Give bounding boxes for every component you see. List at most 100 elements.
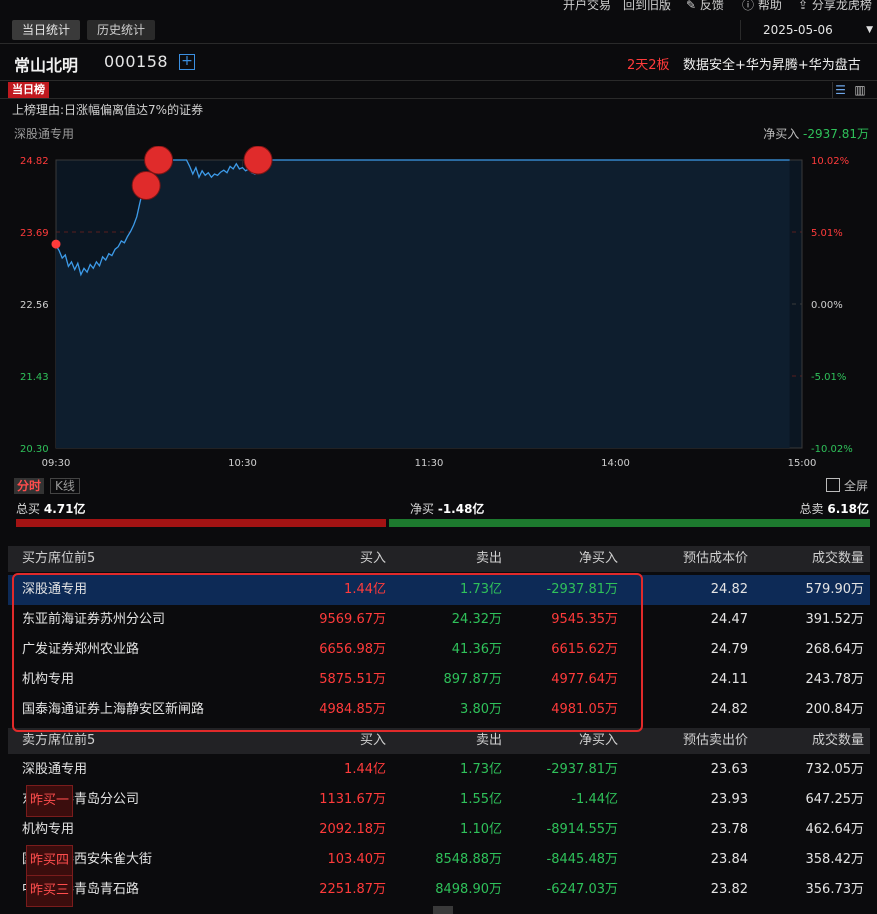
share-label: 分享龙虎榜 <box>811 0 872 12</box>
chart-seat-name: 深股通专用 <box>14 127 75 141</box>
total-sell-label: 总卖 <box>799 502 824 516</box>
est-price: 24.82 <box>710 582 748 597</box>
open-account-link[interactable]: 开户交易 <box>563 0 611 13</box>
x-tick: 10:30 <box>228 458 257 469</box>
est-price: 24.47 <box>710 612 748 627</box>
table-row[interactable]: 东北证券青岛分公司 昨买一 1131.67万 1.55亿 -1.44亿 23.93 647.… <box>8 785 870 817</box>
x-tick: 14:00 <box>601 458 630 469</box>
est-price: 24.11 <box>710 672 748 687</box>
y-tick-left: 24.82 <box>20 156 49 167</box>
tab-timeshare[interactable]: 分时 <box>14 478 45 494</box>
sell-amount: 1.55亿 <box>460 792 502 807</box>
trade-volume: 200.84万 <box>805 702 865 717</box>
est-price: 23.84 <box>710 852 748 867</box>
table-row[interactable]: 机构专用 2092.18万 1.10亿 -8914.55万 23.78 462.64万 <box>8 815 870 845</box>
date-select[interactable]: 2025-05-06 ▼ <box>740 20 877 40</box>
fullscreen-icon <box>826 478 840 492</box>
y-tick-right: 10.02% <box>811 156 849 167</box>
concept-tags: 数据安全+华为昇腾+华为盘古 <box>683 58 861 73</box>
col-sell[interactable]: 卖出 <box>476 546 502 572</box>
chevron-down-icon: ▼ <box>866 25 873 35</box>
col-buy[interactable]: 买入 <box>360 546 386 572</box>
buy-amount: 103.40万 <box>327 852 387 867</box>
help-link[interactable]: ⓘ 帮助 <box>742 0 782 13</box>
scroll-handle[interactable] <box>433 906 453 914</box>
trade-volume: 243.78万 <box>805 672 865 687</box>
share-link[interactable]: ⇪ 分享龙虎榜 <box>798 0 872 13</box>
col-cost-price[interactable]: 预估成本价 <box>683 546 748 572</box>
trade-volume: 391.52万 <box>805 612 865 627</box>
bar-chart-icon[interactable]: ▥ <box>852 82 868 98</box>
stock-code: 000158 <box>104 52 169 71</box>
seat-name-text: 机构专用 <box>22 822 75 837</box>
buy-amount: 1131.67万 <box>319 792 386 807</box>
table-row[interactable]: 中泰证券青岛青石路 昨买三 2251.87万 8498.90万 -6247.03万 23.… <box>8 875 870 907</box>
feedback-link[interactable]: ✎ 反馈 <box>686 0 724 13</box>
chart-net-buy: 净买入 -2937.81万 <box>763 125 869 142</box>
stock-header: 常山北明 000158 + 2天2板 数据安全+华为昇腾+华为盘古 <box>0 44 877 80</box>
net-amount: -2937.81万 <box>546 762 618 777</box>
top-toolbar: 开户交易 回到旧版 ✎ 反馈 ⓘ 帮助 ⇪ 分享龙虎榜 <box>0 0 877 14</box>
total-buy: 总买 4.71亿 <box>16 500 85 517</box>
tab-kline[interactable]: K线 <box>50 478 80 494</box>
stock-name: 常山北明 <box>14 56 79 75</box>
intraday-chart[interactable]: 24.82 10.02% 23.69 5.01% 22.56 0.00% 21.43 -5.0… <box>0 146 877 476</box>
trade-volume: 579.90万 <box>805 582 865 597</box>
col-seat: 买方席位前5 <box>22 551 96 566</box>
list-view-icon[interactable]: ☰ <box>832 82 848 98</box>
sell-ratio-fill <box>389 519 870 527</box>
net-buy-label: 净买入 <box>763 127 800 141</box>
stat-tabs-bar: 当日统计 历史统计 2025-05-06 ▼ <box>0 14 877 44</box>
col-volume[interactable]: 成交数量 <box>812 728 864 754</box>
net-amount: -1.44亿 <box>571 792 618 807</box>
col-net[interactable]: 净买入 <box>579 546 618 572</box>
buy-amount: 2251.87万 <box>319 882 386 897</box>
tab-history-stats[interactable]: 历史统计 <box>87 20 156 40</box>
y-tick-right: 5.01% <box>811 228 843 239</box>
buy-sell-ratio-bar <box>16 519 870 527</box>
buy-ratio-fill <box>16 519 386 527</box>
help-label: 帮助 <box>757 0 782 12</box>
col-sell-price[interactable]: 预估卖出价 <box>683 728 748 754</box>
total-sell: 总卖 6.18亿 <box>800 500 869 517</box>
y-tick-left: 22.56 <box>20 300 49 311</box>
add-watchlist-icon[interactable]: + <box>179 54 195 70</box>
x-tick: 15:00 <box>788 458 817 469</box>
seat-name-text: 深股通专用 <box>22 762 88 777</box>
x-tick: 09:30 <box>42 458 71 469</box>
yesterday-rank-badge: 昨买三 <box>26 875 74 907</box>
col-volume[interactable]: 成交数量 <box>812 546 864 572</box>
buy-amount: 1.44亿 <box>344 762 386 777</box>
est-price: 23.93 <box>710 792 748 807</box>
sell-amount: 1.10亿 <box>460 822 502 837</box>
listing-reason: 上榜理由:日涨幅偏离值达7%的证券 <box>12 103 204 117</box>
trade-marker <box>144 146 174 175</box>
trade-volume: 356.73万 <box>805 882 865 897</box>
tab-today-stats[interactable]: 当日统计 <box>12 20 81 40</box>
table-row[interactable]: 深股通专用 1.44亿 1.73亿 -2937.81万 23.63 732.05万 <box>8 755 870 785</box>
y-tick-right: -5.01% <box>811 372 846 383</box>
trade-volume: 462.64万 <box>805 822 865 837</box>
est-price: 23.63 <box>710 762 748 777</box>
net-amount: -8914.55万 <box>546 822 618 837</box>
y-tick-left: 20.30 <box>20 444 49 455</box>
trade-marker <box>243 146 273 175</box>
day-list-tag[interactable]: 当日榜 <box>8 82 49 98</box>
x-tick: 11:30 <box>415 458 444 469</box>
sell-amount: 1.73亿 <box>460 762 502 777</box>
share-icon: ⇪ <box>798 0 809 12</box>
yesterday-rank-badge: 昨买一 <box>26 785 74 817</box>
old-version-link[interactable]: 回到旧版 <box>623 0 671 13</box>
est-price: 24.82 <box>710 702 748 717</box>
help-icon: ⓘ <box>742 0 755 12</box>
buy-table-header: 买方席位前5 买入 卖出 净买入 预估成本价 成交数量 <box>8 546 870 572</box>
fullscreen-button[interactable]: 全屏 <box>826 477 868 494</box>
fullscreen-label: 全屏 <box>844 479 869 493</box>
trade-volume: 732.05万 <box>805 762 865 777</box>
day-list-strip: 当日榜 ☰ ▥ <box>0 80 877 99</box>
y-tick-right: 0.00% <box>811 300 843 311</box>
sell-amount: 8498.90万 <box>435 882 502 897</box>
table-row[interactable]: 国投证券西安朱雀大街 昨买四 103.40万 8548.88万 -8445.48万 23.… <box>8 845 870 877</box>
buy-amount: 2092.18万 <box>319 822 386 837</box>
y-tick-left: 21.43 <box>20 372 49 383</box>
